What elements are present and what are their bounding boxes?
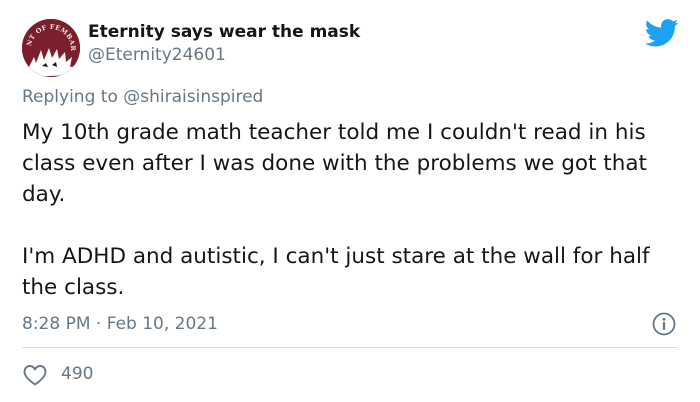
tweet-paragraph-1: My 10th grade math teacher told me I cou…	[22, 120, 647, 207]
tweet-text: My 10th grade math teacher told me I cou…	[22, 117, 682, 303]
avatar[interactable]: TENT OF FEMBARR	[22, 19, 80, 77]
tweet-date: Feb 10, 2021	[106, 314, 218, 334]
avatar-image: TENT OF FEMBARR	[22, 19, 80, 77]
reply-mention-link[interactable]: @shiraisinspired	[123, 87, 263, 107]
tweet-timestamp[interactable]: 8:28 PM · Feb 10, 2021	[22, 314, 218, 334]
like-count: 490	[61, 364, 94, 384]
tweet-paragraph-2: I'm ADHD and autistic, I can't just star…	[22, 244, 650, 300]
tweet-card: TENT OF FEMBARR Eternity says wear the m…	[0, 0, 700, 402]
info-icon[interactable]	[651, 311, 677, 337]
heart-icon[interactable]	[22, 363, 48, 387]
replying-to: Replying to @shiraisinspired	[22, 87, 263, 107]
meta-separator: ·	[95, 314, 102, 334]
twitter-bird-icon[interactable]	[645, 19, 679, 47]
display-name[interactable]: Eternity says wear the mask	[88, 22, 360, 42]
tweet-time: 8:28 PM	[22, 314, 91, 334]
divider	[22, 347, 678, 348]
replying-prefix: Replying to	[22, 87, 118, 107]
user-handle[interactable]: @Eternity24601	[88, 45, 226, 65]
